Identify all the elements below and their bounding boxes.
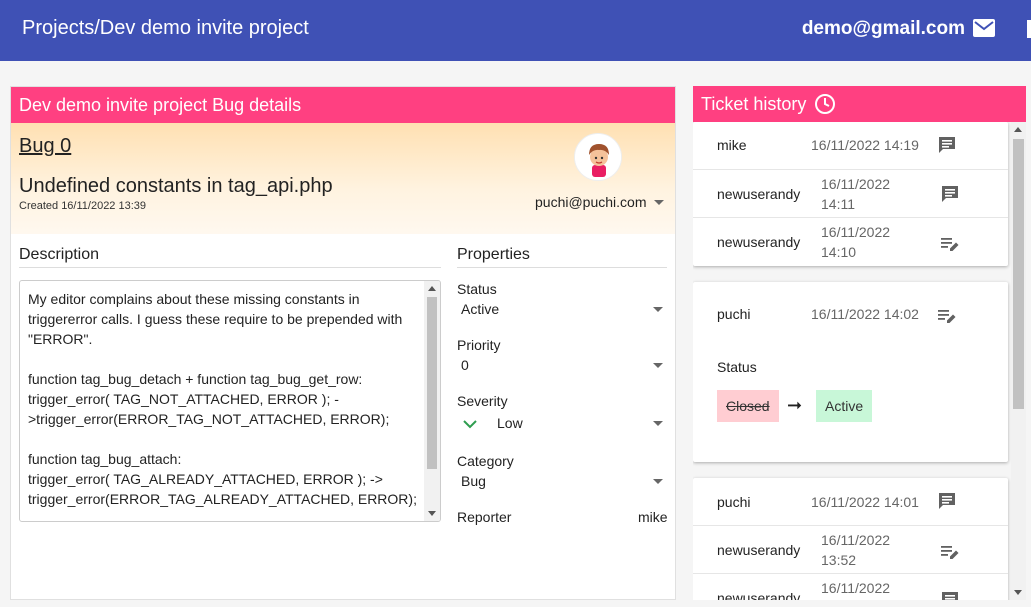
history-user: newuserandy (717, 542, 801, 558)
history-user: newuserandy (717, 234, 801, 250)
status-label: Status (457, 281, 497, 297)
clock-icon (815, 94, 836, 114)
breadcrumb-title: Projects/Dev demo invite project (22, 17, 309, 39)
changed-field-label: Status (717, 359, 757, 375)
history-user: puchi (717, 306, 751, 322)
history-time: 16/11/2022 14:11 (821, 176, 891, 212)
description-text[interactable]: My editor complains about these missing … (28, 289, 423, 509)
description-heading: Description (19, 246, 100, 263)
history-user: puchi (717, 494, 751, 510)
edit-note-icon[interactable] (940, 234, 960, 254)
ticket-history-title: Ticket history (701, 93, 807, 114)
comment-icon[interactable] (937, 135, 957, 155)
scroll-down-icon[interactable] (1014, 590, 1022, 595)
severity-select[interactable]: Low (497, 415, 523, 431)
properties-heading: Properties (457, 246, 530, 263)
ticket-history-header: Ticket history (693, 86, 1026, 122)
history-user: newuserandy (717, 186, 801, 202)
history-time: 16/11/2022 14:02 (811, 306, 919, 322)
bug-title: Undefined constants in tag_api.php (19, 175, 333, 197)
history-time: 16/11/2022 13:52 (821, 532, 891, 568)
history-scrollbar[interactable] (1011, 122, 1026, 600)
avatar-icon (575, 134, 621, 180)
category-select[interactable]: Bug (461, 473, 486, 489)
description-scrollbar[interactable] (424, 281, 440, 521)
priority-select[interactable]: 0 (461, 357, 469, 373)
reporter-value: mike (638, 509, 668, 525)
history-user: mike (717, 137, 747, 153)
chevron-down-icon[interactable] (653, 363, 663, 368)
reporter-label: Reporter (457, 509, 512, 525)
history-row: newuserandy 16/11/2022 13:52 (693, 526, 1008, 574)
mail-icon[interactable] (973, 19, 995, 37)
menu-edge-icon[interactable] (1027, 20, 1031, 38)
history-row: newuserandy 16/11/2022 (693, 574, 1008, 600)
history-time: 16/11/2022 (821, 580, 891, 596)
user-email[interactable]: demo@gmail.com (802, 18, 965, 40)
history-user: newuserandy (717, 590, 801, 600)
ticket-history-panel: Ticket history mike 16/11/2022 14:19 new… (693, 86, 1026, 600)
divider (457, 267, 667, 268)
bug-details-panel: Dev demo invite project Bug details Bug … (10, 86, 676, 600)
edit-note-icon[interactable] (940, 542, 960, 562)
history-time: 16/11/2022 14:01 (811, 494, 919, 510)
assignee-select[interactable]: puchi@puchi.com (535, 194, 647, 210)
history-card: puchi 16/11/2022 14:01 newuserandy 16/11… (693, 478, 1008, 600)
comment-icon[interactable] (940, 184, 960, 204)
priority-label: Priority (457, 337, 501, 353)
history-time: 16/11/2022 14:10 (821, 224, 891, 260)
bug-details-header: Dev demo invite project Bug details (11, 87, 675, 123)
old-value-chip: Closed (717, 390, 779, 422)
comment-icon[interactable] (937, 491, 957, 511)
history-list[interactable]: mike 16/11/2022 14:19 newuserandy 16/11/… (693, 122, 1026, 600)
history-row: newuserandy 16/11/2022 14:10 (693, 218, 1008, 266)
scroll-thumb[interactable] (427, 297, 437, 469)
chevron-down-icon[interactable] (653, 479, 663, 484)
bug-id-link[interactable]: Bug 0 (19, 135, 71, 158)
edit-note-icon[interactable] (937, 306, 957, 326)
assignee-avatar (574, 133, 622, 181)
description-textarea[interactable]: My editor complains about these missing … (19, 280, 441, 522)
chevron-down-icon[interactable] (654, 200, 664, 205)
chevron-down-icon[interactable] (653, 421, 663, 426)
history-card: mike 16/11/2022 14:19 newuserandy 16/11/… (693, 122, 1008, 266)
chevron-down-icon[interactable] (653, 307, 663, 312)
comment-icon[interactable] (940, 590, 960, 600)
arrow-right-icon: ➞ (787, 395, 803, 415)
scroll-down-icon[interactable] (428, 511, 436, 516)
severity-label: Severity (457, 393, 508, 409)
history-card-status-change: puchi 16/11/2022 14:02 Status Closed ➞ A… (693, 282, 1008, 462)
history-row: newuserandy 16/11/2022 14:11 (693, 170, 1008, 218)
scroll-up-icon[interactable] (428, 286, 436, 291)
status-select[interactable]: Active (461, 301, 499, 317)
history-row: puchi 16/11/2022 14:01 (693, 478, 1008, 526)
bug-summary: Bug 0 Undefined constants in tag_api.php… (11, 123, 675, 234)
top-app-bar: Projects/Dev demo invite project demo@gm… (0, 0, 1031, 61)
history-row: mike 16/11/2022 14:19 (693, 122, 1008, 170)
category-label: Category (457, 453, 514, 469)
scroll-thumb[interactable] (1013, 139, 1024, 409)
new-value-chip: Active (816, 390, 873, 422)
divider (19, 267, 441, 268)
bug-created-date: Created 16/11/2022 13:39 (19, 200, 147, 212)
scroll-up-icon[interactable] (1014, 127, 1022, 132)
history-time: 16/11/2022 14:19 (811, 137, 919, 153)
chevron-down-green-icon (463, 420, 477, 429)
